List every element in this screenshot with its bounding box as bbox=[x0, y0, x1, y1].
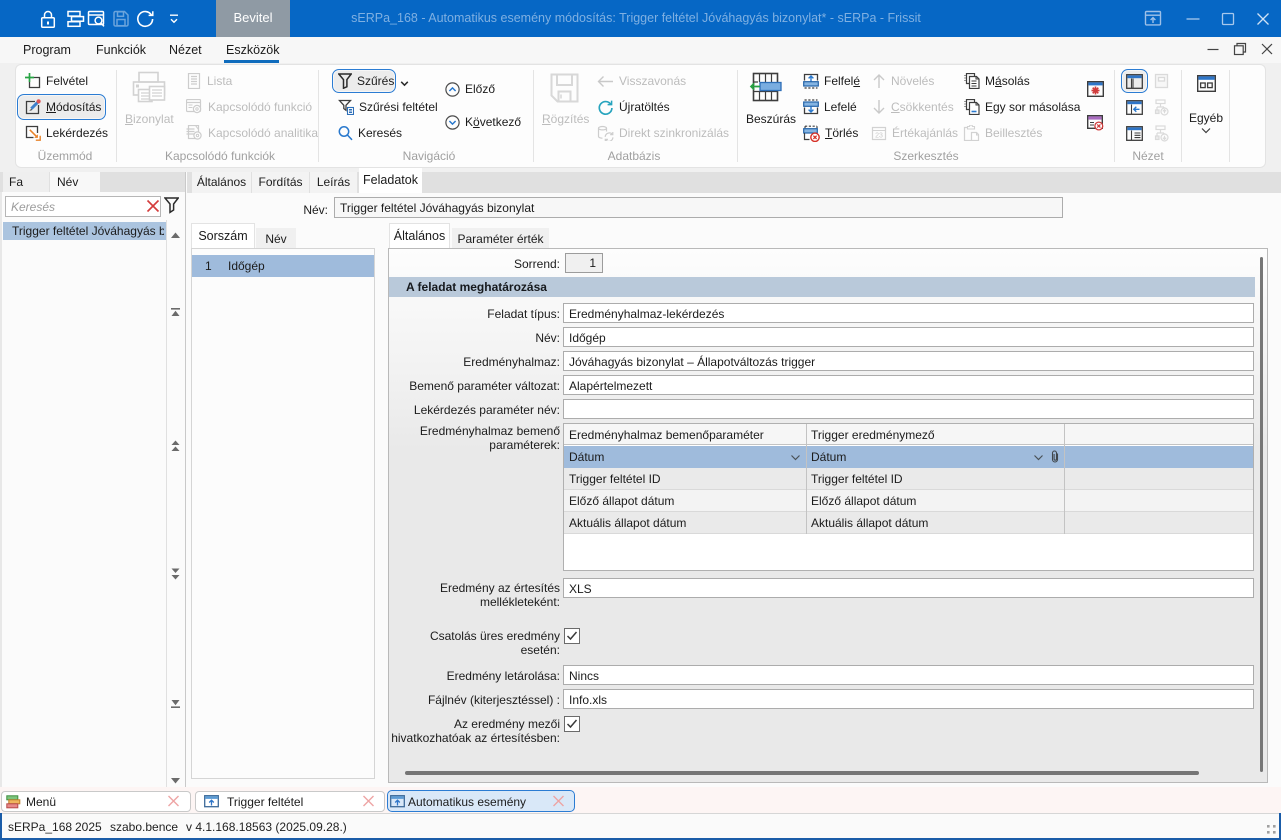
svg-text:23: 23 bbox=[875, 133, 883, 140]
